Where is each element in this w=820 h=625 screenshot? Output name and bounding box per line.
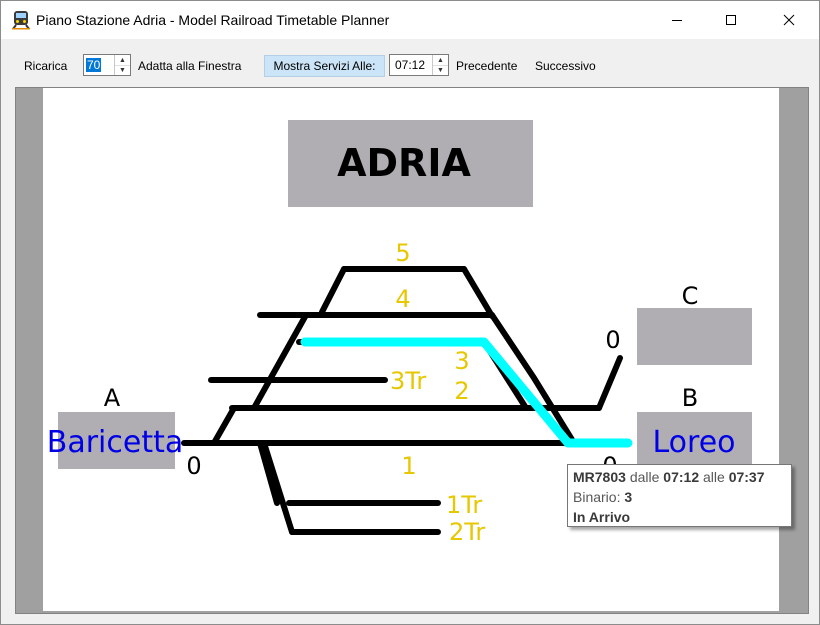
tooltip-from-word: dalle bbox=[629, 469, 660, 485]
tooltip-status-line: In Arrivo bbox=[573, 507, 786, 527]
exit-name-b: Loreo bbox=[652, 425, 735, 460]
exit-name-a: Baricetta bbox=[47, 425, 184, 460]
exit-letter-b: B bbox=[682, 384, 698, 412]
exit-letter-a: A bbox=[104, 384, 121, 412]
tooltip-platform: 3 bbox=[624, 489, 633, 505]
fit-to-window-button[interactable]: Adatta alla Finestra bbox=[138, 59, 241, 73]
close-icon bbox=[783, 14, 795, 26]
track-5-right-ramp bbox=[461, 266, 495, 319]
time-down-arrow-icon[interactable]: ▼ bbox=[433, 65, 448, 75]
exit-zero-a: 0 bbox=[186, 452, 201, 480]
time-value[interactable]: 07:12 bbox=[394, 58, 426, 72]
close-button[interactable] bbox=[766, 1, 812, 39]
reload-button[interactable]: Ricarica bbox=[24, 59, 67, 73]
minimize-icon bbox=[672, 20, 682, 21]
maximize-icon bbox=[726, 15, 736, 25]
tooltip-platform-line: Binario: 3 bbox=[573, 487, 786, 507]
tooltip-status: In Arrivo bbox=[573, 509, 631, 525]
exit-c-connector bbox=[596, 355, 623, 411]
zoom-spinbox[interactable]: 70 ▲ ▼ bbox=[83, 54, 131, 76]
track-label-1tr: 1Tr bbox=[446, 491, 482, 519]
throat-to-2tr bbox=[261, 440, 295, 535]
station-name: ADRIA bbox=[337, 141, 471, 185]
tooltip-from-time: 07:12 bbox=[663, 469, 700, 485]
zoom-down-arrow-icon[interactable]: ▼ bbox=[115, 65, 130, 75]
track-label-5: 5 bbox=[395, 239, 410, 267]
tooltip-to-time: 07:37 bbox=[728, 469, 765, 485]
title-bar[interactable]: Piano Stazione Adria - Model Railroad Ti… bbox=[1, 1, 819, 39]
track-label-3tr: 3Tr bbox=[390, 367, 426, 395]
zoom-value[interactable]: 70 bbox=[86, 58, 102, 72]
track-label-2tr: 2Tr bbox=[449, 518, 485, 546]
minimize-button[interactable] bbox=[654, 1, 700, 39]
tooltip-platform-word: Binario: bbox=[573, 489, 621, 505]
zoom-spin-buttons: ▲ ▼ bbox=[114, 55, 130, 75]
exit-letter-c: C bbox=[682, 282, 699, 310]
exit-zero-c: 0 bbox=[605, 326, 620, 354]
tooltip-to-word: alle bbox=[703, 469, 725, 485]
time-spinbox[interactable]: 07:12 ▲ ▼ bbox=[389, 54, 449, 76]
track-label-3: 3 bbox=[454, 347, 469, 375]
train-app-icon bbox=[12, 11, 30, 30]
left-diagonal-upper bbox=[251, 312, 309, 411]
previous-button[interactable]: Precedente bbox=[456, 59, 517, 73]
left-diagonal-lower bbox=[211, 405, 237, 446]
tooltip-service-line: MR7803 dalle 07:12 alle 07:37 bbox=[573, 467, 786, 487]
window-title: Piano Stazione Adria - Model Railroad Ti… bbox=[36, 12, 390, 28]
track-label-2: 2 bbox=[454, 377, 469, 405]
track-label-4: 4 bbox=[395, 285, 410, 313]
toolbar: Ricarica 70 ▲ ▼ Adatta alla Finestra Mos… bbox=[1, 39, 819, 87]
exit-c-box bbox=[637, 308, 752, 365]
tooltip-train: MR7803 bbox=[573, 469, 626, 485]
show-services-toggle[interactable]: Mostra Servizi Alle: bbox=[264, 55, 385, 77]
station-diagram: ADRIA 5 4 3 3Tr 2 1 1Tr 2Tr A B C 0 0 Ba… bbox=[47, 120, 752, 546]
track-5-left-ramp bbox=[319, 266, 347, 315]
maximize-button[interactable] bbox=[708, 1, 754, 39]
service-tooltip: MR7803 dalle 07:12 alle 07:37 Binario: 3… bbox=[567, 464, 792, 527]
time-spin-buttons: ▲ ▼ bbox=[432, 55, 448, 75]
track-label-1: 1 bbox=[401, 452, 416, 480]
next-button[interactable]: Successivo bbox=[535, 59, 596, 73]
